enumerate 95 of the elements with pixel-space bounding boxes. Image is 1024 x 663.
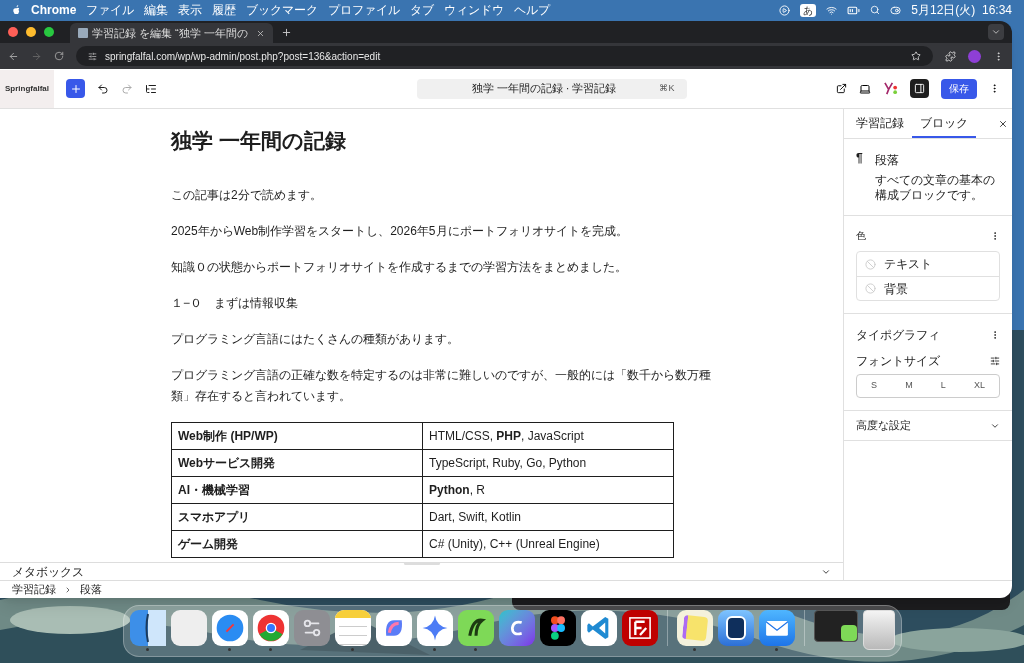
table-cell: TypeScript, Ruby, Go, Python xyxy=(422,449,674,477)
empty-swatch-icon xyxy=(865,258,876,270)
block-description: すべての文章の基本の構成ブロックです。 xyxy=(874,173,996,203)
zoom-window-button[interactable] xyxy=(44,27,54,37)
table-cell: Python, R xyxy=(422,476,674,504)
table-cell: C# (Unity), C++ (Unreal Engine) xyxy=(422,530,674,558)
advanced-panel-header[interactable]: 高度な設定 xyxy=(844,411,1012,441)
color-option[interactable]: 背景 xyxy=(857,276,999,300)
sidebar-tab[interactable]: ブロック xyxy=(912,109,976,138)
dock-divider xyxy=(803,609,805,646)
document-bar[interactable]: 独学 一年間の記録 · 学習記録 ⌘K xyxy=(416,78,687,99)
site-favicon xyxy=(78,28,88,38)
save-button[interactable]: 保存 xyxy=(941,78,977,99)
address-bar[interactable]: springfalfal.com/wp/wp-admin/post.php?post=136&action=edit xyxy=(76,46,933,66)
menu-item[interactable]: ファイル xyxy=(86,1,135,19)
font-size-option[interactable]: M xyxy=(905,379,913,393)
menu-item[interactable]: 編集 xyxy=(144,1,169,19)
paragraph[interactable]: 2025年からWeb制作学習をスタートし、2026年5月にポートフォリオサイトを完成。 xyxy=(171,221,733,242)
block-name: 段落 xyxy=(874,152,900,169)
table-cell: Webサービス開発 xyxy=(171,449,423,477)
chevron-right-icon xyxy=(64,585,72,594)
breadcrumb-item[interactable]: 段落 xyxy=(80,581,102,598)
add-block-button[interactable] xyxy=(66,79,85,98)
running-indicator xyxy=(474,647,477,651)
table-cell: HTML/CSS, PHP, JavaScript xyxy=(422,422,674,450)
resize-handle[interactable] xyxy=(403,562,440,565)
table-cell: スマホアプリ xyxy=(171,503,423,531)
close-icon[interactable] xyxy=(998,118,1008,129)
font-size-option[interactable]: XL xyxy=(973,379,985,393)
table-cell: AI・機械学習 xyxy=(171,476,423,504)
dock-divider xyxy=(666,609,668,646)
preview-device-icon[interactable] xyxy=(859,82,871,95)
search-icon[interactable] xyxy=(870,5,881,15)
paragraph[interactable]: この記事は2分で読めます。 xyxy=(171,185,733,206)
minimize-window-button[interactable] xyxy=(26,27,36,37)
font-size-label: フォントサイズ xyxy=(856,353,941,370)
browser-tab[interactable]: 学習記録 を編集 “独学 一年間の xyxy=(70,23,273,43)
site-info-icon[interactable] xyxy=(88,51,97,61)
view-post-icon[interactable] xyxy=(836,83,847,94)
app-menu[interactable]: Chrome xyxy=(31,1,77,19)
list-view-icon[interactable] xyxy=(145,82,157,95)
menu-item[interactable]: 表示 xyxy=(178,1,203,19)
new-tab-icon[interactable] xyxy=(280,26,292,38)
tab-list-button[interactable] xyxy=(988,24,1004,40)
post-title[interactable]: 独学 一年間の記録 xyxy=(171,127,733,155)
paragraph[interactable]: プログラミング言語の正確な数を特定するのは非常に難しいのですが、一般的には「数千から数万種類」存在すると言われています。 xyxy=(171,365,733,407)
panel-title: タイポグラフィ xyxy=(856,327,941,344)
menu-item[interactable]: プロファイル xyxy=(328,1,401,19)
table-cell: Web制作 (HP/WP) xyxy=(171,422,423,450)
tab-title: 学習記録 を編集 “独学 一年間の xyxy=(92,25,248,41)
wifi-icon[interactable] xyxy=(826,4,838,16)
back-icon[interactable] xyxy=(8,50,19,62)
reload-icon[interactable] xyxy=(54,51,64,61)
paragraph[interactable]: １−０ まずは情報収集 xyxy=(171,293,733,314)
font-size-option[interactable]: L xyxy=(940,379,946,393)
undo-icon[interactable] xyxy=(97,82,109,95)
menu-item[interactable]: ウィンドウ xyxy=(444,1,505,19)
menu-item[interactable]: ヘルプ xyxy=(514,1,551,19)
running-indicator xyxy=(146,647,149,651)
sidebar-tab[interactable]: 学習記録 xyxy=(848,109,912,138)
custom-size-icon[interactable] xyxy=(990,356,1000,366)
sidebar-icon xyxy=(914,83,925,94)
block-type-icon: ¶ xyxy=(856,151,863,203)
menubar-clock[interactable]: 5月12日(火) 16:34 xyxy=(911,1,1012,19)
color-option[interactable]: テキスト xyxy=(857,252,999,276)
extensions-icon[interactable] xyxy=(945,50,956,62)
star-icon[interactable] xyxy=(911,51,921,61)
y-logo-icon[interactable] xyxy=(883,82,898,95)
running-indicator xyxy=(433,647,436,651)
url-text: springfalfal.com/wp/wp-admin/post.php?post=136&action=edit xyxy=(105,49,382,64)
close-icon[interactable] xyxy=(255,28,265,38)
paragraph[interactable]: 知識０の状態からポートフォリオサイトを作成するまでの学習方法をまとめました。 xyxy=(171,257,733,278)
site-logo[interactable]: Springfalfal xyxy=(0,69,54,108)
table-cell: ゲーム開発 xyxy=(171,530,423,558)
plus-icon xyxy=(69,82,82,95)
metabox-bar[interactable]: メタボックス xyxy=(0,562,843,580)
menu-item[interactable]: 履歴 xyxy=(212,1,237,19)
menu-item[interactable]: ブックマーク xyxy=(246,1,319,19)
close-window-button[interactable] xyxy=(8,27,18,37)
running-indicator xyxy=(269,647,272,651)
breadcrumb-item[interactable]: 学習記録 xyxy=(12,581,56,598)
paragraph[interactable]: プログラミング言語にはたくさんの種類があります。 xyxy=(171,329,733,350)
panel-title: 色 xyxy=(856,229,867,243)
play-icon[interactable] xyxy=(779,4,791,16)
chevron-down-icon xyxy=(991,27,1001,37)
running-indicator xyxy=(228,647,231,651)
running-indicator xyxy=(775,647,778,651)
running-indicator xyxy=(351,647,354,651)
empty-swatch-icon xyxy=(865,283,876,294)
apple-icon[interactable] xyxy=(12,4,21,16)
table-cell: Dart, Swift, Kotlin xyxy=(422,503,674,531)
settings-toggle-button[interactable] xyxy=(910,79,929,98)
menu-item[interactable]: タブ xyxy=(410,1,435,19)
running-indicator xyxy=(693,647,696,651)
font-size-option[interactable]: S xyxy=(871,379,878,393)
